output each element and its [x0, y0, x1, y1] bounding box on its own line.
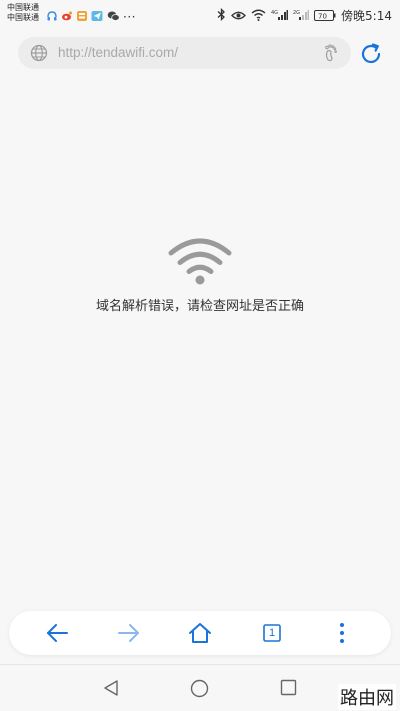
forward-button[interactable]: [115, 619, 143, 647]
url-text: http://tendawifi.com/: [58, 45, 179, 60]
nav-home-button[interactable]: [190, 679, 209, 702]
signal-2-icon: 2G: [293, 6, 310, 25]
globe-icon: [30, 44, 48, 66]
notification-icons: ···: [46, 7, 136, 26]
nav-recents-button[interactable]: [280, 679, 297, 700]
svg-text:4G: 4G: [271, 10, 278, 16]
battery-level: 70: [318, 12, 327, 20]
carrier-info: 中国联通 中国联通: [7, 3, 39, 23]
tab-count: 1: [268, 627, 276, 639]
arrow-left-icon: [47, 624, 68, 642]
app-icon: [76, 7, 88, 26]
more-notifications-indicator: ···: [123, 9, 136, 24]
browser-screen: 中国联通 中国联通 ··· 4G 2G 70 傍晚5:14 http://ten…: [0, 0, 400, 711]
arrow-right-icon: [118, 624, 139, 642]
refresh-icon[interactable]: [358, 41, 384, 67]
circle-home-icon: [190, 679, 209, 698]
tabs-icon: 1: [263, 624, 281, 642]
watermark: 路由网: [338, 684, 396, 710]
nav-back-button[interactable]: [102, 679, 120, 701]
more-vertical-icon: [340, 623, 344, 643]
wifi-error-icon: [168, 236, 232, 290]
back-button[interactable]: [43, 619, 71, 647]
send-icon: [91, 7, 104, 26]
signal-1-icon: 4G: [271, 6, 289, 25]
carrier-name-2: 中国联通: [7, 13, 39, 22]
weibo-icon: [61, 7, 73, 26]
wifi-status-icon: [251, 6, 266, 25]
footprint-icon[interactable]: [321, 43, 341, 67]
system-status-icons: 4G 2G 70 傍晚5:14: [217, 6, 392, 25]
headset-icon: [46, 7, 58, 26]
error-message: 域名解析错误，请检查网址是否正确: [95, 299, 304, 314]
carrier-name-1: 中国联通: [7, 3, 39, 12]
square-recents-icon: [280, 679, 297, 696]
wechat-icon: [107, 7, 120, 26]
menu-button[interactable]: [328, 619, 356, 647]
tabs-button[interactable]: 1: [258, 619, 286, 647]
page-content: 域名解析错误，请检查网址是否正确: [0, 78, 400, 608]
status-bar: 中国联通 中国联通 ··· 4G 2G 70 傍晚5:14: [0, 0, 400, 28]
battery-icon: 70: [314, 6, 336, 25]
svg-text:2G: 2G: [293, 10, 300, 16]
triangle-back-icon: [104, 680, 118, 696]
clock: 傍晚5:14: [341, 9, 392, 23]
home-button[interactable]: [186, 619, 214, 647]
bluetooth-icon: [217, 6, 226, 25]
eye-comfort-icon: [231, 6, 246, 25]
home-icon: [189, 623, 211, 643]
browser-toolbar: 1: [9, 611, 391, 655]
url-input[interactable]: http://tendawifi.com/: [18, 37, 351, 69]
address-bar: http://tendawifi.com/: [0, 34, 400, 72]
